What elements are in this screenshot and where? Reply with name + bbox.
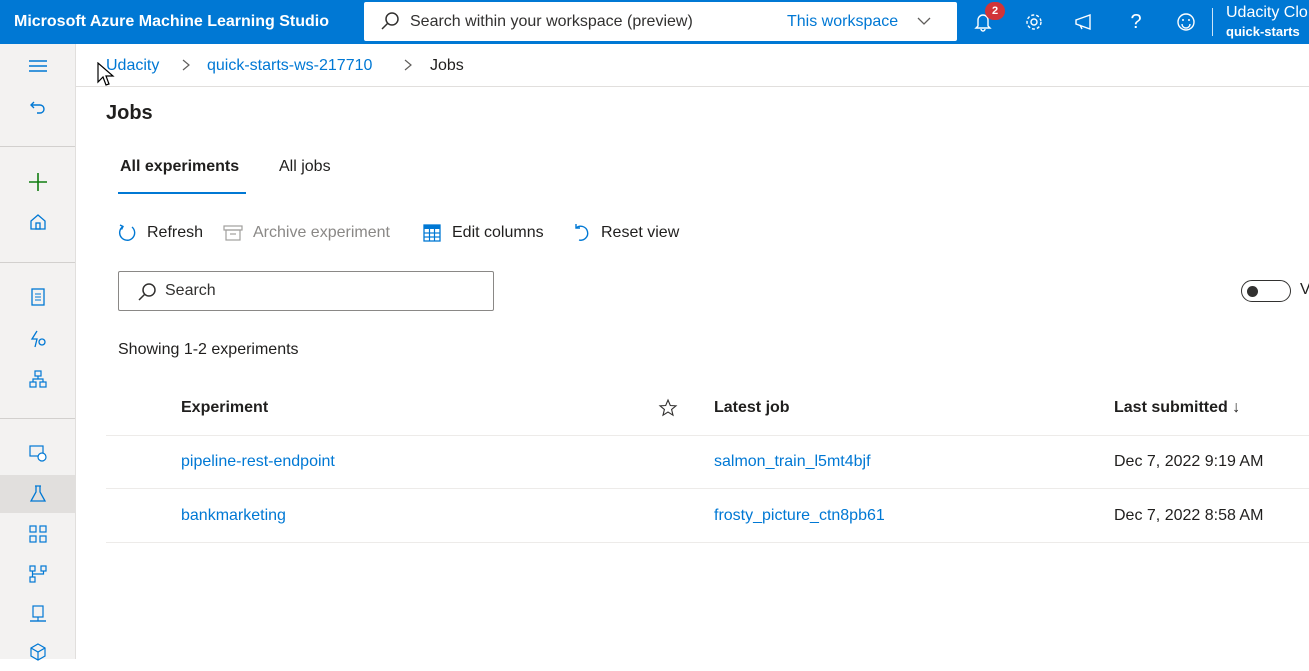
breadcrumb-current: Jobs [430, 57, 464, 74]
search-icon [137, 282, 157, 307]
edit-columns-label: Edit columns [452, 224, 544, 241]
toggle-knob [1247, 286, 1258, 297]
environment-icon[interactable] [0, 633, 75, 671]
results-count: Showing 1-2 experiments [118, 341, 299, 358]
edit-columns-button[interactable]: Edit columns [421, 221, 544, 245]
search-placeholder: Search [165, 282, 216, 299]
nav-divider [0, 146, 75, 147]
reset-view-icon [570, 222, 592, 244]
table-divider [106, 542, 1309, 543]
column-header-experiment[interactable]: Experiment [181, 399, 268, 417]
endpoints-icon[interactable] [0, 595, 75, 633]
row-experiment-link[interactable]: bankmarketing [181, 507, 286, 525]
table-divider [106, 435, 1309, 436]
chevron-right-icon [402, 58, 414, 77]
archive-experiment-button[interactable]: Archive experiment [222, 221, 390, 245]
back-icon[interactable] [0, 87, 75, 125]
megaphone-icon[interactable] [1072, 10, 1096, 34]
refresh-icon [116, 222, 138, 244]
gear-icon[interactable] [1022, 10, 1046, 34]
column-header-last-submitted[interactable]: Last submitted ↓ [1114, 399, 1240, 417]
workspace-search-placeholder[interactable]: Search within your workspace (preview) [410, 13, 693, 31]
search-scope-dropdown[interactable]: This workspace [787, 13, 898, 31]
row-experiment-link[interactable]: pipeline-rest-endpoint [181, 453, 335, 471]
reset-view-button[interactable]: Reset view [570, 221, 679, 245]
archive-icon [222, 222, 244, 244]
column-header-latest-job[interactable]: Latest job [714, 399, 790, 417]
row-latest-job-link[interactable]: salmon_train_l5mt4bjf [714, 453, 871, 471]
notification-badge: 2 [985, 2, 1005, 20]
archive-experiment-label: Archive experiment [253, 224, 390, 241]
models-icon[interactable] [0, 555, 75, 593]
plus-icon[interactable] [0, 163, 75, 201]
automl-icon[interactable] [0, 320, 75, 358]
search-icon [380, 11, 400, 36]
edit-columns-icon [421, 222, 443, 244]
notebook-icon[interactable] [0, 278, 75, 316]
breadcrumb: Udacity quick-starts-ws-217710 Jobs [76, 44, 1309, 87]
experiment-icon[interactable] [0, 475, 75, 513]
data-icon[interactable] [0, 434, 75, 472]
toggle-label: V [1300, 281, 1309, 298]
help-icon[interactable]: ? [1124, 10, 1148, 34]
chevron-down-icon[interactable] [917, 14, 931, 33]
star-icon[interactable] [658, 398, 678, 423]
pipeline-icon[interactable] [0, 515, 75, 553]
experiment-search-input[interactable]: Search [118, 271, 494, 311]
left-nav [0, 44, 76, 661]
breadcrumb-workspace[interactable]: quick-starts-ws-217710 [207, 57, 372, 75]
hamburger-icon[interactable] [0, 47, 75, 85]
mouse-cursor-icon [97, 62, 115, 86]
row-last-submitted: Dec 7, 2022 8:58 AM [1114, 507, 1264, 524]
smiley-icon[interactable] [1174, 10, 1198, 34]
chevron-right-icon [180, 58, 192, 77]
table-divider [106, 488, 1309, 489]
row-last-submitted: Dec 7, 2022 9:19 AM [1114, 453, 1264, 470]
nav-divider [0, 262, 75, 263]
page-title: Jobs [106, 102, 153, 124]
user-name[interactable]: Udacity Clo [1226, 4, 1308, 22]
refresh-label: Refresh [147, 224, 204, 241]
topbar-divider [1212, 8, 1213, 36]
workspace-name[interactable]: quick-starts [1226, 24, 1300, 39]
refresh-button[interactable]: Refresh [116, 221, 203, 245]
top-bar: Microsoft Azure Machine Learning Studio … [0, 0, 1309, 44]
app-title[interactable]: Microsoft Azure Machine Learning Studio [14, 13, 329, 31]
tab-all-experiments[interactable]: All experiments [120, 158, 239, 176]
reset-view-label: Reset view [601, 224, 680, 241]
home-icon[interactable] [0, 203, 75, 241]
workspace-search[interactable]: Search within your workspace (preview) T… [364, 2, 957, 41]
active-tab-indicator [118, 192, 246, 194]
designer-icon[interactable] [0, 360, 75, 398]
row-latest-job-link[interactable]: frosty_picture_ctn8pb61 [714, 507, 885, 525]
view-toggle[interactable] [1241, 280, 1291, 302]
tab-all-jobs[interactable]: All jobs [279, 158, 331, 176]
nav-divider [0, 418, 75, 419]
